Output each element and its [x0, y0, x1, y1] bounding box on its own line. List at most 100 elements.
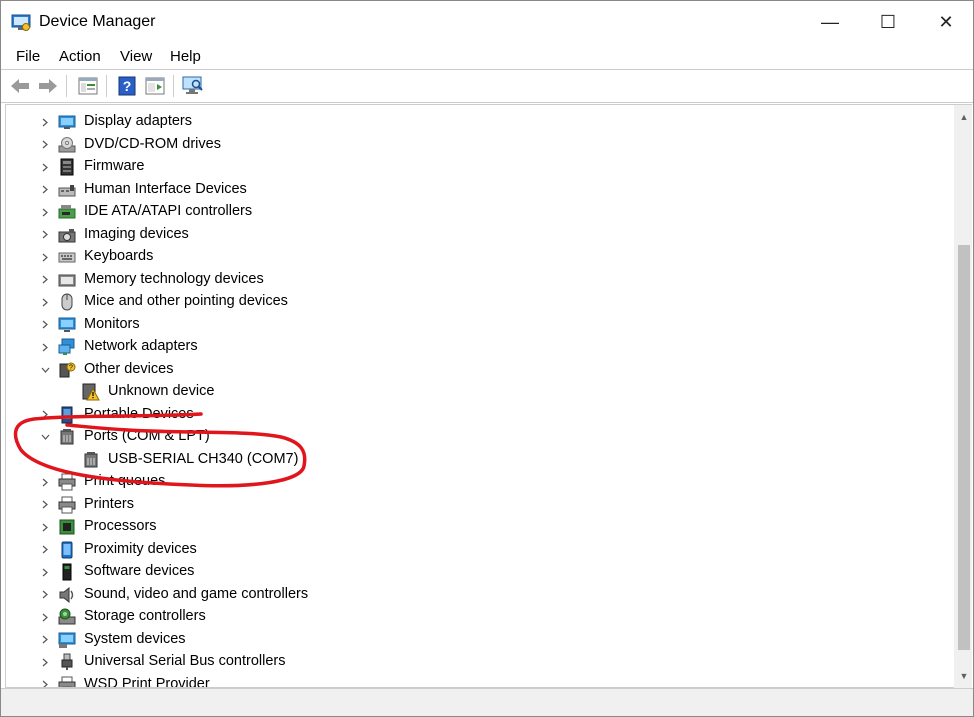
- tree-item[interactable]: Human Interface Devices: [6, 179, 946, 201]
- chevron-down-icon[interactable]: [40, 426, 50, 448]
- maximize-button[interactable]: ☐: [859, 1, 917, 43]
- chevron-right-icon[interactable]: [40, 516, 50, 538]
- chevron-right-icon[interactable]: [40, 291, 50, 313]
- chevron-right-icon[interactable]: [40, 201, 50, 223]
- vertical-scrollbar[interactable]: ▲ ▼: [954, 104, 972, 688]
- tree-item-label: Display adapters: [84, 113, 192, 129]
- dvd-drive-icon: [58, 136, 76, 152]
- menu-help[interactable]: Help: [170, 48, 201, 65]
- chevron-down-icon[interactable]: [40, 359, 50, 381]
- system-devices-icon: [58, 632, 76, 648]
- tree-item-label: Unknown device: [108, 383, 215, 399]
- scrollbar-thumb[interactable]: [958, 245, 970, 650]
- tree-item[interactable]: Printers: [6, 494, 946, 516]
- printer-icon: [58, 473, 76, 491]
- tree-item[interactable]: Network adapters: [6, 336, 946, 358]
- usb-icon: [61, 653, 73, 670]
- menu-view[interactable]: View: [120, 48, 152, 65]
- menu-action[interactable]: Action: [59, 48, 101, 65]
- scroll-up-arrow-icon[interactable]: ▲: [958, 112, 970, 124]
- chevron-right-icon[interactable]: [40, 606, 50, 628]
- tree-item[interactable]: Memory technology devices: [6, 269, 946, 291]
- chevron-right-icon[interactable]: [40, 471, 50, 493]
- tree-item-label: WSD Print Provider: [84, 675, 210, 688]
- toolbar-separator: [66, 75, 67, 97]
- chevron-right-icon[interactable]: [40, 584, 50, 606]
- port-icon: [60, 429, 74, 445]
- chevron-right-icon[interactable]: [40, 629, 50, 651]
- chevron-right-icon[interactable]: [40, 404, 50, 426]
- device-manager-app-icon: [11, 14, 31, 31]
- tree-item[interactable]: DVD/CD-ROM drives: [6, 134, 946, 156]
- tree-item[interactable]: Firmware: [6, 156, 946, 178]
- tree-item[interactable]: Storage controllers: [6, 606, 946, 628]
- tree-item[interactable]: Display adapters: [6, 111, 946, 133]
- update-driver-button[interactable]: [144, 76, 166, 96]
- tree-item[interactable]: Proximity devices: [6, 539, 946, 561]
- chevron-right-icon[interactable]: [40, 674, 50, 687]
- tree-item[interactable]: Unknown device: [6, 381, 946, 403]
- chevron-right-icon[interactable]: [40, 156, 50, 178]
- unknown-device-warning-icon: [82, 383, 100, 401]
- firmware-icon: [60, 158, 74, 176]
- tree-item[interactable]: Mice and other pointing devices: [6, 291, 946, 313]
- tree-item-label: Mice and other pointing devices: [84, 293, 288, 309]
- menu-file[interactable]: File: [16, 48, 40, 65]
- status-bar: [1, 688, 973, 716]
- chevron-right-icon[interactable]: [40, 651, 50, 673]
- tree-item[interactable]: ? Other devices: [6, 359, 946, 381]
- memory-icon: [58, 274, 76, 286]
- tree-item-label: Other devices: [84, 360, 174, 377]
- back-button[interactable]: [9, 76, 31, 96]
- title-bar[interactable]: Device Manager — ☐ ✕: [1, 1, 973, 43]
- tree-item[interactable]: Imaging devices: [6, 224, 946, 246]
- tree-item-label: Human Interface Devices: [84, 180, 247, 197]
- tree-item[interactable]: System devices: [6, 629, 946, 651]
- tree-item[interactable]: Portable Devices: [6, 404, 946, 426]
- chevron-right-icon[interactable]: [40, 314, 50, 336]
- display-adapter-icon: [58, 115, 76, 129]
- forward-button[interactable]: [37, 76, 59, 96]
- scroll-down-arrow-icon[interactable]: ▼: [958, 671, 970, 683]
- tree-item[interactable]: USB-SERIAL CH340 (COM7): [6, 449, 946, 471]
- chevron-right-icon[interactable]: [40, 224, 50, 246]
- close-button[interactable]: ✕: [917, 1, 973, 43]
- minimize-button[interactable]: —: [801, 1, 859, 43]
- help-button[interactable]: ?: [116, 76, 138, 96]
- tree-item[interactable]: IDE ATA/ATAPI controllers: [6, 201, 946, 223]
- chevron-right-icon[interactable]: [40, 539, 50, 561]
- scan-hardware-button[interactable]: [182, 76, 204, 96]
- processor-icon: [59, 519, 75, 535]
- chevron-right-icon[interactable]: [40, 561, 50, 583]
- other-devices-icon: ?: [59, 362, 76, 377]
- help-icon: ?: [118, 76, 136, 96]
- chevron-right-icon[interactable]: [40, 134, 50, 156]
- tree-item[interactable]: Sound, video and game controllers: [6, 584, 946, 606]
- chevron-right-icon[interactable]: [40, 269, 50, 291]
- properties-button[interactable]: [77, 76, 99, 96]
- tree-item[interactable]: Monitors: [6, 314, 946, 336]
- portable-device-icon: [61, 406, 73, 423]
- tree-item-label: Ports (COM & LPT): [84, 428, 210, 444]
- keyboard-icon: [58, 252, 76, 263]
- tree-item[interactable]: Print queues: [6, 471, 946, 493]
- chevron-right-icon[interactable]: [40, 494, 50, 516]
- port-icon: [84, 451, 98, 467]
- chevron-right-icon[interactable]: [40, 246, 50, 268]
- chevron-right-icon[interactable]: [40, 336, 50, 358]
- properties-icon: [78, 77, 98, 95]
- tree-item[interactable]: Processors: [6, 516, 946, 538]
- device-tree[interactable]: Display adapters DVD/CD-ROM drives Firmwar…: [5, 104, 954, 688]
- ide-controller-icon: [58, 205, 76, 219]
- tree-item[interactable]: Universal Serial Bus controllers: [6, 651, 946, 673]
- scan-hardware-icon: [182, 76, 203, 94]
- tree-item-label: Portable Devices: [84, 405, 194, 422]
- tree-item[interactable]: Software devices: [6, 561, 946, 583]
- chevron-right-icon[interactable]: [40, 179, 50, 201]
- chevron-right-icon[interactable]: [40, 111, 50, 133]
- tree-item[interactable]: Ports (COM & LPT): [6, 426, 946, 448]
- tree-item-label: Processors: [84, 518, 157, 534]
- tree-item-label: Print queues: [84, 473, 166, 489]
- tree-item[interactable]: WSD Print Provider: [6, 674, 946, 688]
- tree-item[interactable]: Keyboards: [6, 246, 946, 268]
